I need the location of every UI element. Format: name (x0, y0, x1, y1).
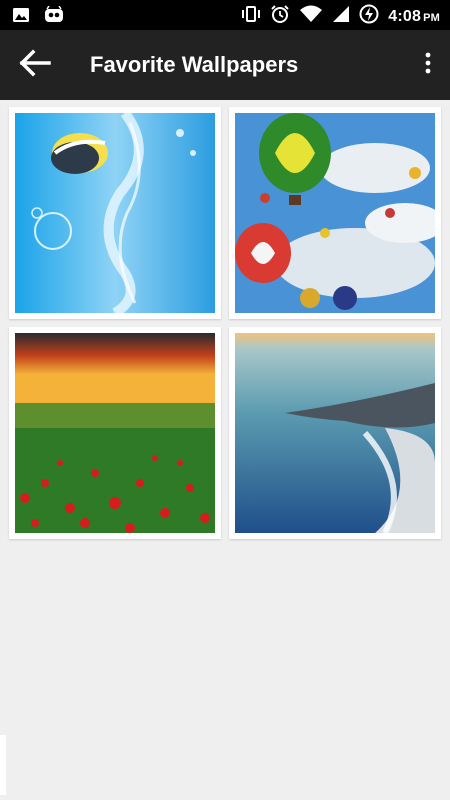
more-vertical-icon (425, 52, 431, 79)
signal-icon (332, 5, 350, 28)
wallpaper-image-ocean (235, 333, 435, 533)
battery-charging-icon (359, 4, 379, 29)
vibrate-icon (241, 5, 261, 28)
back-button[interactable] (14, 44, 56, 86)
wallpaper-image-poppies (15, 333, 215, 533)
wallpaper-image-fish (15, 113, 215, 313)
wifi-icon (299, 5, 323, 28)
clock-time: 4:08 PM (388, 7, 440, 25)
edge-overlay (0, 735, 6, 795)
page-title: Favorite Wallpapers (90, 52, 299, 77)
wallpaper-thumbnail-poppies[interactable] (9, 327, 221, 539)
wallpaper-grid (9, 107, 441, 539)
app-notification-icon (44, 5, 64, 29)
wallpaper-thumbnail-balloons[interactable] (229, 107, 441, 319)
arrow-back-icon (19, 49, 51, 82)
wallpaper-thumbnail-fish[interactable] (9, 107, 221, 319)
alarm-icon (270, 4, 290, 29)
overflow-menu-button[interactable] (416, 45, 440, 85)
wallpaper-image-balloons (235, 113, 435, 313)
image-icon (12, 6, 30, 29)
app-bar: Favorite Wallpapers (0, 30, 450, 100)
status-bar: 4:08 PM (0, 0, 450, 30)
wallpaper-thumbnail-ocean[interactable] (229, 327, 441, 539)
